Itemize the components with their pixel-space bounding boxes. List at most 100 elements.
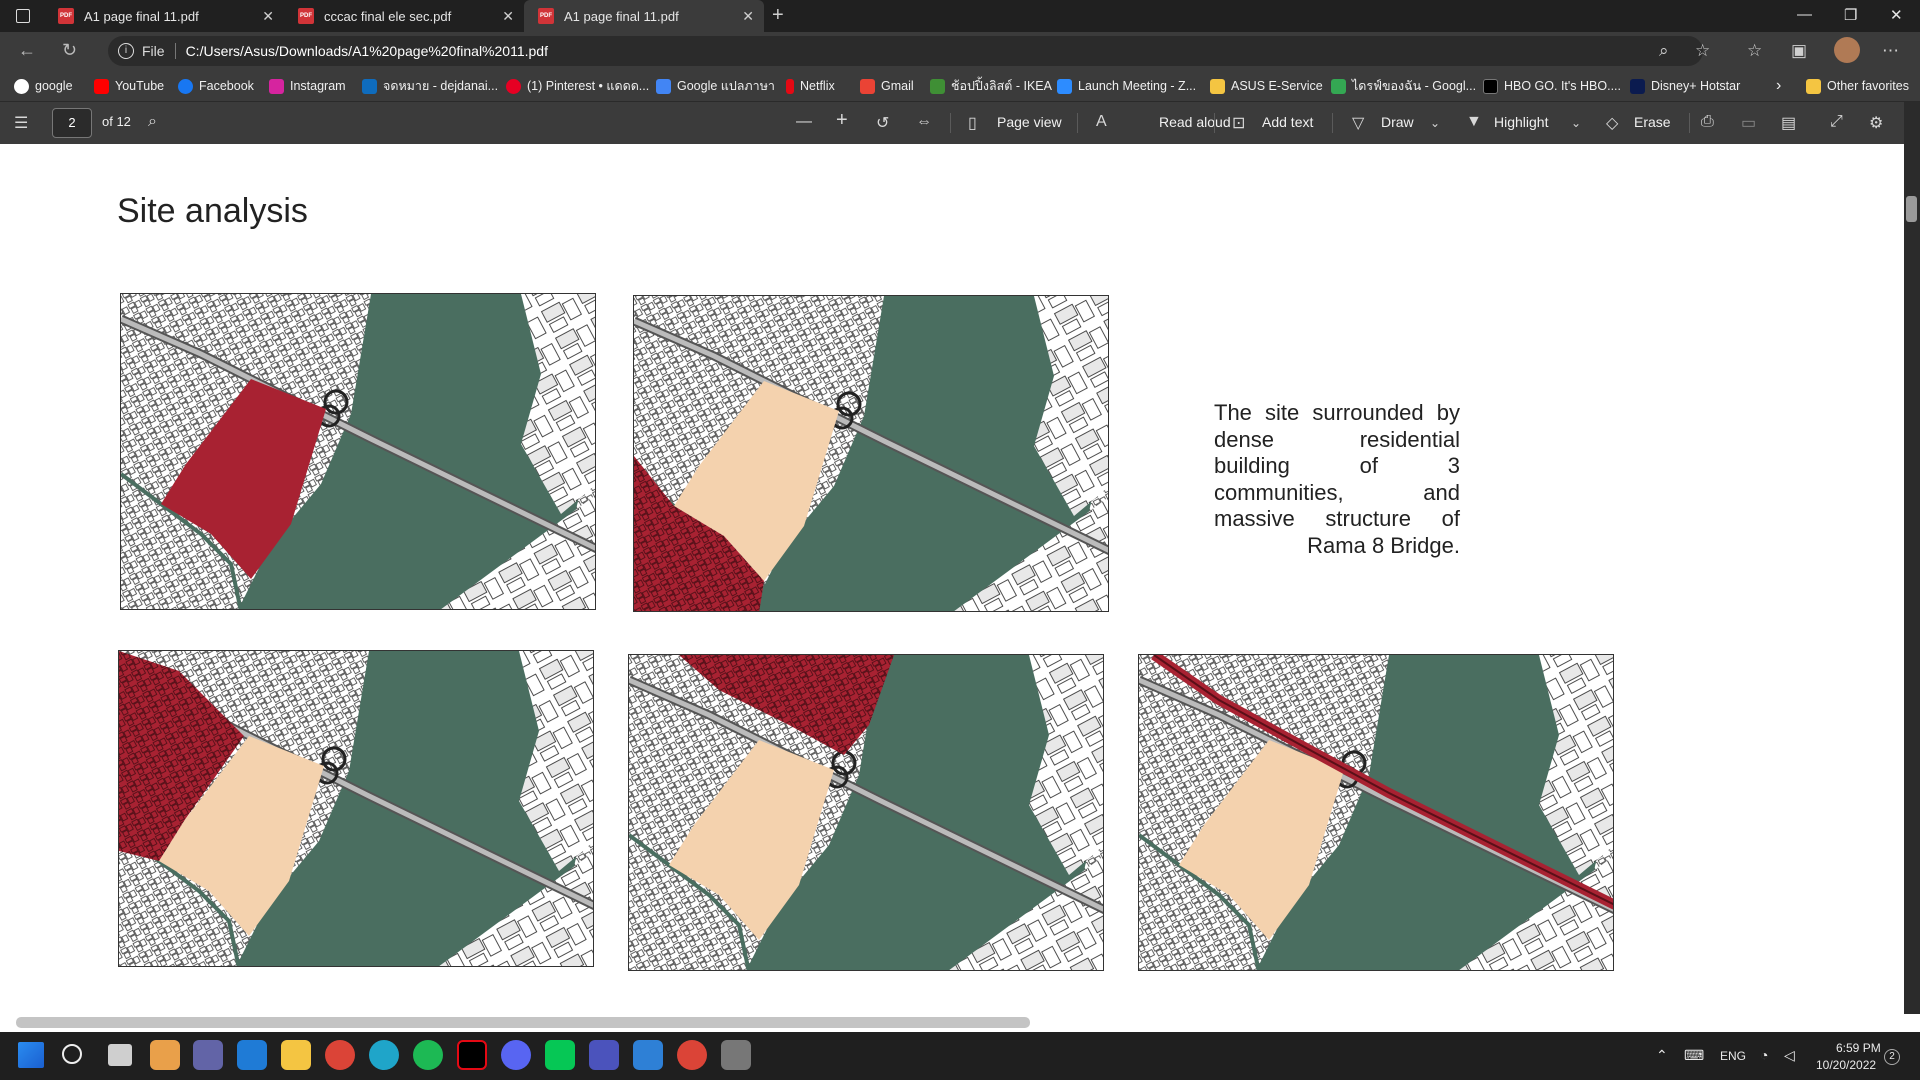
page-number-input[interactable]: 2 bbox=[52, 108, 92, 138]
app-icon[interactable] bbox=[721, 1040, 751, 1070]
tab-1[interactable]: PDF A1 page final 11.pdf ✕ bbox=[44, 0, 284, 32]
read-aloud-icon[interactable]: A bbox=[1096, 113, 1107, 131]
zoom-in-icon[interactable]: + bbox=[836, 109, 848, 132]
vertical-scrollbar[interactable] bbox=[1904, 102, 1920, 1014]
bookmark-drive[interactable]: ไดรฟ์ของฉัน - Googl... bbox=[1331, 70, 1476, 102]
chrome-icon[interactable] bbox=[325, 1040, 355, 1070]
bookmark-pinterest[interactable]: (1) Pinterest • แดดด... bbox=[506, 70, 649, 102]
collections-icon[interactable]: ▣ bbox=[1791, 41, 1807, 61]
vertical-scroll-thumb[interactable] bbox=[1906, 196, 1917, 222]
edge-icon[interactable] bbox=[369, 1040, 399, 1070]
mail-icon[interactable] bbox=[237, 1040, 267, 1070]
info-icon[interactable]: i bbox=[118, 43, 134, 59]
wifi-icon[interactable]: ◔ bbox=[1760, 1047, 1768, 1063]
site-map-1 bbox=[120, 293, 596, 610]
draw-options-chevron-icon[interactable]: ⌄ bbox=[1430, 116, 1440, 130]
highlight-options-chevron-icon[interactable]: ⌄ bbox=[1571, 116, 1581, 130]
zoom-icon[interactable]: ⌕ bbox=[1659, 41, 1669, 61]
bookmark-hbo[interactable]: HBO GO. It's HBO.... bbox=[1483, 70, 1621, 102]
site-map-3 bbox=[118, 650, 594, 967]
bookmark-hotstar[interactable]: Disney+ Hotstar bbox=[1630, 70, 1740, 102]
tray-overflow-icon[interactable]: ⌃ bbox=[1656, 1047, 1668, 1064]
task-view-icon[interactable] bbox=[108, 1044, 132, 1066]
favorites-icon[interactable]: ☆ bbox=[1747, 41, 1762, 61]
clock-date[interactable]: 10/20/2022 bbox=[1816, 1058, 1876, 1072]
discord-icon[interactable] bbox=[501, 1040, 531, 1070]
tab-3[interactable]: PDF A1 page final 11.pdf ✕ bbox=[524, 0, 764, 32]
tab-2[interactable]: PDF cccac final ele sec.pdf ✕ bbox=[284, 0, 524, 32]
bookmark-outlook[interactable]: จดหมาย - dejdanai... bbox=[362, 70, 498, 102]
chrome-profile-icon[interactable] bbox=[677, 1040, 707, 1070]
bookmark-ikea[interactable]: ช้อปปิ้งลิสต์ - IKEA bbox=[930, 70, 1052, 102]
rotate-icon[interactable]: ↺ bbox=[876, 113, 889, 133]
more-icon[interactable]: ⋯ bbox=[1882, 41, 1899, 61]
bookmark-google[interactable]: google bbox=[14, 70, 73, 102]
keyboard-icon[interactable]: ⌨ bbox=[1684, 1047, 1704, 1064]
minimize-icon[interactable]: — bbox=[1797, 6, 1812, 23]
url-field[interactable]: i File C:/Users/Asus/Downloads/A1%20page… bbox=[108, 36, 1703, 66]
add-text-button[interactable]: Add text bbox=[1262, 114, 1313, 130]
close-tab-icon[interactable]: ✕ bbox=[742, 8, 754, 25]
more-bookmarks-icon[interactable]: › bbox=[1776, 70, 1781, 102]
close-tab-icon[interactable]: ✕ bbox=[262, 8, 274, 25]
bookmark-asus[interactable]: ASUS E-Service bbox=[1210, 70, 1323, 102]
close-tab-icon[interactable]: ✕ bbox=[502, 8, 514, 25]
hotstar-icon bbox=[1630, 78, 1645, 94]
bookmark-netflix[interactable]: Netflix bbox=[786, 70, 835, 102]
search-icon[interactable] bbox=[62, 1044, 82, 1064]
page-view-icon[interactable]: ▯ bbox=[968, 113, 977, 133]
workspaces-icon[interactable] bbox=[16, 9, 30, 23]
zoom-out-icon[interactable]: — bbox=[796, 113, 812, 131]
widgets-icon[interactable] bbox=[150, 1040, 180, 1070]
bookmark-youtube[interactable]: YouTube bbox=[94, 70, 164, 102]
notification-badge[interactable]: 2 bbox=[1884, 1049, 1900, 1065]
teams-chat-icon[interactable] bbox=[193, 1040, 223, 1070]
back-icon[interactable]: ← bbox=[18, 40, 36, 61]
tab-label: A1 page final 11.pdf bbox=[84, 8, 199, 24]
pinterest-icon bbox=[506, 78, 521, 94]
close-window-icon[interactable]: ✕ bbox=[1890, 6, 1903, 24]
erase-icon[interactable]: ◇ bbox=[1606, 113, 1618, 133]
netflix-icon[interactable] bbox=[457, 1040, 487, 1070]
horizontal-scroll-thumb[interactable] bbox=[16, 1017, 1030, 1028]
other-favorites[interactable]: Other favorites bbox=[1806, 70, 1909, 102]
photos-icon[interactable] bbox=[633, 1040, 663, 1070]
bookmark-zoom[interactable]: Launch Meeting - Z... bbox=[1057, 70, 1196, 102]
teams-icon[interactable] bbox=[589, 1040, 619, 1070]
save-as-icon[interactable]: ▤ bbox=[1781, 113, 1796, 133]
add-favorite-icon[interactable]: ☆ bbox=[1695, 41, 1710, 61]
draw-icon[interactable]: ▽ bbox=[1352, 113, 1364, 133]
save-icon[interactable]: ▭ bbox=[1741, 113, 1756, 133]
read-aloud-button[interactable]: Read aloud bbox=[1159, 114, 1231, 130]
start-icon[interactable] bbox=[18, 1042, 44, 1068]
site-map-4 bbox=[628, 654, 1104, 971]
bookmark-instagram[interactable]: Instagram bbox=[269, 70, 346, 102]
site-map-2 bbox=[633, 295, 1109, 612]
highlight-button[interactable]: Highlight bbox=[1494, 114, 1548, 130]
bookmark-facebook[interactable]: Facebook bbox=[178, 70, 254, 102]
add-text-icon[interactable]: ⊡ bbox=[1232, 113, 1245, 133]
youtube-icon bbox=[94, 78, 109, 94]
settings-icon[interactable]: ⚙ bbox=[1869, 113, 1883, 133]
print-icon[interactable]: ⎙ bbox=[1701, 113, 1714, 131]
draw-button[interactable]: Draw bbox=[1381, 114, 1414, 130]
bookmark-gmail[interactable]: Gmail bbox=[860, 70, 914, 102]
page-view-button[interactable]: Page view bbox=[997, 114, 1062, 130]
file-explorer-icon[interactable] bbox=[281, 1040, 311, 1070]
new-tab-icon[interactable]: + bbox=[772, 4, 784, 27]
volume-icon[interactable]: ◁ bbox=[1784, 1047, 1795, 1064]
spotify-icon[interactable] bbox=[413, 1040, 443, 1070]
fit-page-icon[interactable]: ⇔ bbox=[916, 113, 932, 131]
avatar[interactable] bbox=[1834, 37, 1860, 63]
fullscreen-icon[interactable]: ⤢ bbox=[1830, 113, 1843, 131]
clock-time[interactable]: 6:59 PM bbox=[1836, 1041, 1881, 1055]
bookmark-translate[interactable]: Google แปลภาษา bbox=[656, 70, 775, 102]
restore-icon[interactable]: ❐ bbox=[1844, 6, 1857, 24]
language-indicator[interactable]: ENG bbox=[1720, 1049, 1746, 1063]
search-icon[interactable]: ⌕ bbox=[148, 113, 157, 131]
line-icon[interactable] bbox=[545, 1040, 575, 1070]
erase-button[interactable]: Erase bbox=[1634, 114, 1671, 130]
contents-icon[interactable]: ☰ bbox=[14, 113, 28, 133]
highlight-icon[interactable]: ▼ bbox=[1466, 113, 1482, 131]
refresh-icon[interactable]: ↻ bbox=[62, 40, 77, 61]
